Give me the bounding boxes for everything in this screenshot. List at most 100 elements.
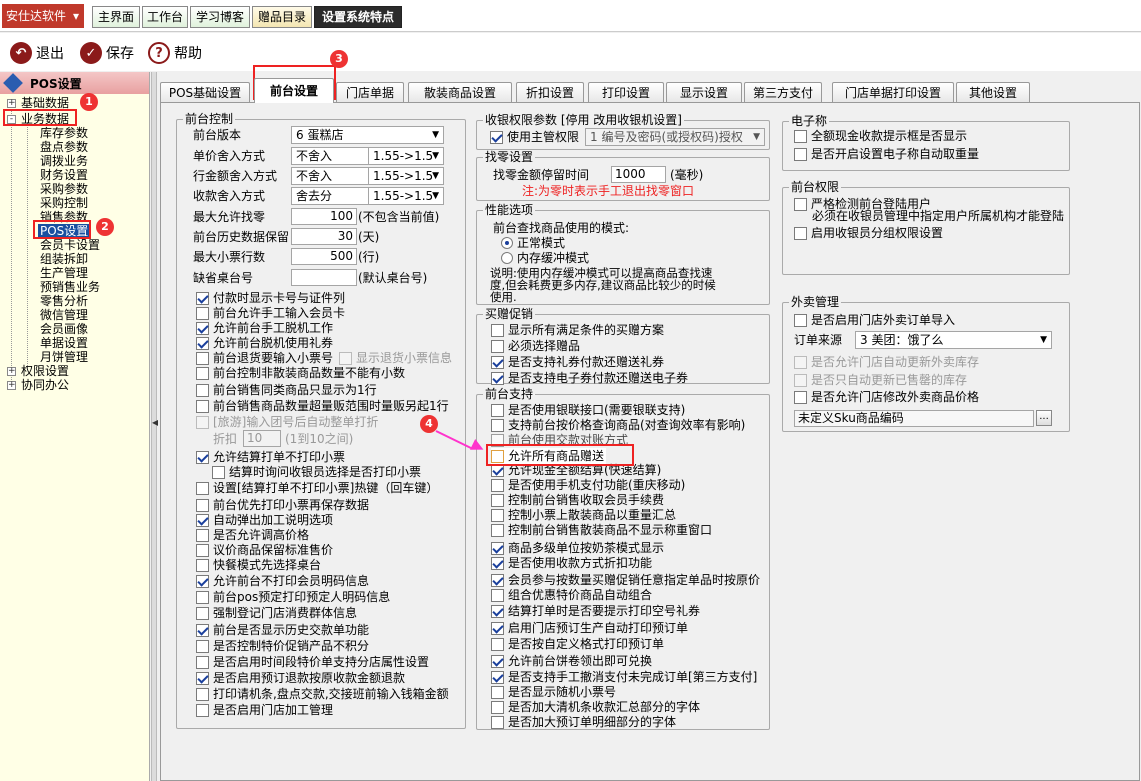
tree-collab[interactable]: 协同办公: [21, 378, 69, 392]
checkbox[interactable]: [196, 498, 209, 512]
tab-gift-catalog[interactable]: 赠品目录: [252, 6, 312, 28]
order-source-select[interactable]: 3 美团：饿了么 ▼: [855, 331, 1052, 349]
checkbox-row[interactable]: 前台pos预定打印预定人明码信息: [196, 589, 390, 605]
tab-pos-basic[interactable]: POS基础设置: [160, 82, 250, 103]
checkbox[interactable]: [196, 623, 209, 637]
checkbox[interactable]: [491, 541, 504, 555]
tree-business-data[interactable]: 业务数据: [21, 112, 69, 126]
checkbox-row[interactable]: 是否使用收款方式折扣功能: [491, 555, 652, 571]
checkbox-row[interactable]: 自动弹出加工说明选项: [196, 512, 333, 528]
checkbox[interactable]: [491, 637, 504, 651]
checkbox[interactable]: [491, 573, 504, 587]
checkbox-row[interactable]: 前台销售商品数量超量贩范围时量贩另起1行: [196, 398, 449, 414]
tree-item[interactable]: 月饼管理: [40, 350, 88, 364]
checkbox[interactable]: [196, 687, 209, 701]
radio-row[interactable]: 内存缓冲模式: [501, 250, 589, 266]
tree-item[interactable]: 销售参数: [40, 210, 88, 224]
change-time-input[interactable]: 1000: [611, 166, 666, 183]
tree-item[interactable]: 调拨业务: [40, 154, 88, 168]
tab-discount[interactable]: 折扣设置: [516, 82, 584, 103]
checkbox[interactable]: [491, 621, 504, 635]
checkbox-row[interactable]: 是否支持电子券付款还赠送电子券: [491, 370, 688, 386]
receipt-round-option[interactable]: 1.55->1.5 ▼: [368, 187, 444, 205]
checkbox-row[interactable]: 是否启用预订退款按原收款金额退款: [196, 670, 405, 686]
checkbox[interactable]: [196, 513, 209, 527]
checkbox-row[interactable]: 允许前台饼卷领出即可兑换: [491, 653, 652, 669]
tab-other[interactable]: 其他设置: [956, 82, 1030, 103]
checkbox[interactable]: [196, 291, 209, 305]
checkbox-row[interactable]: 是否显示随机小票号: [491, 684, 616, 700]
version-select[interactable]: 6 蛋糕店 ▼: [291, 126, 444, 144]
checkbox-row[interactable]: 控制前台销售收取会员手续费: [491, 492, 664, 508]
tree-item-pos-settings[interactable]: POS设置: [38, 224, 91, 238]
checkbox-row[interactable]: 前台控制非散装商品数量不能有小数: [196, 365, 405, 381]
checkbox-row[interactable]: 议价商品保留标准售价: [196, 542, 333, 558]
checkbox-row[interactable]: 是否允许调高价格: [196, 527, 309, 543]
checkbox-row[interactable]: [旅游]输入团号后自动整单打折: [196, 414, 378, 430]
checkbox[interactable]: [196, 481, 209, 495]
tab-main[interactable]: 主界面: [92, 6, 140, 28]
tree-item[interactable]: 会员画像: [40, 322, 88, 336]
checkbox-row[interactable]: 前台退货要输入小票号: [196, 350, 333, 366]
tree-item[interactable]: 生产管理: [40, 266, 88, 280]
expand-icon[interactable]: +: [7, 99, 16, 108]
tree-item[interactable]: 库存参数: [40, 126, 88, 140]
checkbox-row[interactable]: 设置[结算打单不打印小票]热键（回车键）: [196, 480, 438, 496]
checkbox-row[interactable]: 是否支持礼券付款还赠送礼券: [491, 354, 664, 370]
checkbox-row[interactable]: 控制小票上散装商品以重量汇总: [491, 507, 676, 523]
tree-rights[interactable]: 权限设置: [21, 364, 69, 378]
checkbox[interactable]: [491, 654, 504, 668]
checkbox[interactable]: [491, 604, 504, 618]
radio-row[interactable]: 正常模式: [501, 235, 565, 251]
price-round-option[interactable]: 1.55->1.5 ▼: [368, 147, 444, 165]
price-round-select[interactable]: 不舍入: [291, 147, 369, 165]
checkbox-row[interactable]: 显示退货小票信息: [339, 350, 452, 366]
checkbox[interactable]: [339, 351, 352, 365]
tab-print[interactable]: 打印设置: [588, 82, 664, 103]
tree-item[interactable]: 采购参数: [40, 182, 88, 196]
tree-item[interactable]: 采购控制: [40, 196, 88, 210]
checkbox-row[interactable]: 是否允许门店自动更新外卖库存: [794, 354, 979, 370]
checkbox-row[interactable]: 是否支持手工撤消支付未完成订单[第三方支付]: [491, 669, 757, 685]
checkbox[interactable]: [794, 226, 807, 240]
auth-mode-select[interactable]: 1 编号及密码(或授权码)授权 ▼: [585, 128, 765, 146]
checkbox-row[interactable]: 是否启用门店外卖订单导入: [794, 312, 955, 328]
checkbox[interactable]: [196, 655, 209, 669]
checkbox[interactable]: [491, 418, 504, 432]
checkbox[interactable]: [794, 197, 807, 211]
checkbox-row[interactable]: 前台允许手工输入会员卡: [196, 305, 345, 321]
tab-bulk-goods[interactable]: 散装商品设置: [408, 82, 512, 103]
checkbox-row[interactable]: 是否使用银联接口(需要银联支持): [491, 402, 685, 418]
checkbox[interactable]: [794, 373, 807, 387]
checkbox[interactable]: [491, 523, 504, 537]
checkbox[interactable]: [491, 355, 504, 369]
checkbox-row[interactable]: 启用门店预订生产自动打印预订单: [491, 620, 688, 636]
checkbox-row[interactable]: 前台优先打印小票再保存数据: [196, 497, 369, 513]
checkbox[interactable]: [196, 336, 209, 350]
radio[interactable]: [501, 252, 513, 264]
checkbox[interactable]: [794, 147, 807, 161]
checkbox[interactable]: [491, 433, 504, 447]
expand-icon[interactable]: +: [7, 367, 16, 376]
tree-item[interactable]: 会员卡设置: [40, 238, 100, 252]
checkbox-row[interactable]: 结算时询问收银员选择是否打印小票: [212, 464, 421, 480]
checkbox[interactable]: [794, 355, 807, 369]
checkbox[interactable]: [196, 574, 209, 588]
checkbox-row[interactable]: 启用收银员分组权限设置: [794, 225, 943, 241]
radio[interactable]: [501, 237, 513, 249]
checkbox-row[interactable]: 组合优惠特价商品自动组合: [491, 587, 652, 603]
checkbox[interactable]: [196, 321, 209, 335]
collapse-icon[interactable]: -: [7, 115, 16, 124]
tab-system-settings[interactable]: 设置系统特点: [314, 6, 402, 28]
tree-item[interactable]: 盘点参数: [40, 140, 88, 154]
checkbox[interactable]: [196, 671, 209, 685]
checkbox[interactable]: [212, 465, 225, 479]
tab-third-party-pay[interactable]: 第三方支付: [744, 82, 822, 103]
checkbox-row[interactable]: 允许结算打单不打印小票: [196, 449, 345, 465]
checkbox-row[interactable]: 是否只自动更新已售罄的库存: [794, 372, 967, 388]
checkbox-row-all-gift[interactable]: 允许所有商品赠送: [491, 448, 607, 464]
checkbox-row[interactable]: 是否控制特价促销产品不积分: [196, 638, 369, 654]
checkbox[interactable]: [794, 390, 807, 404]
checkbox[interactable]: [196, 558, 209, 572]
history-keep-input[interactable]: 30: [291, 228, 357, 245]
